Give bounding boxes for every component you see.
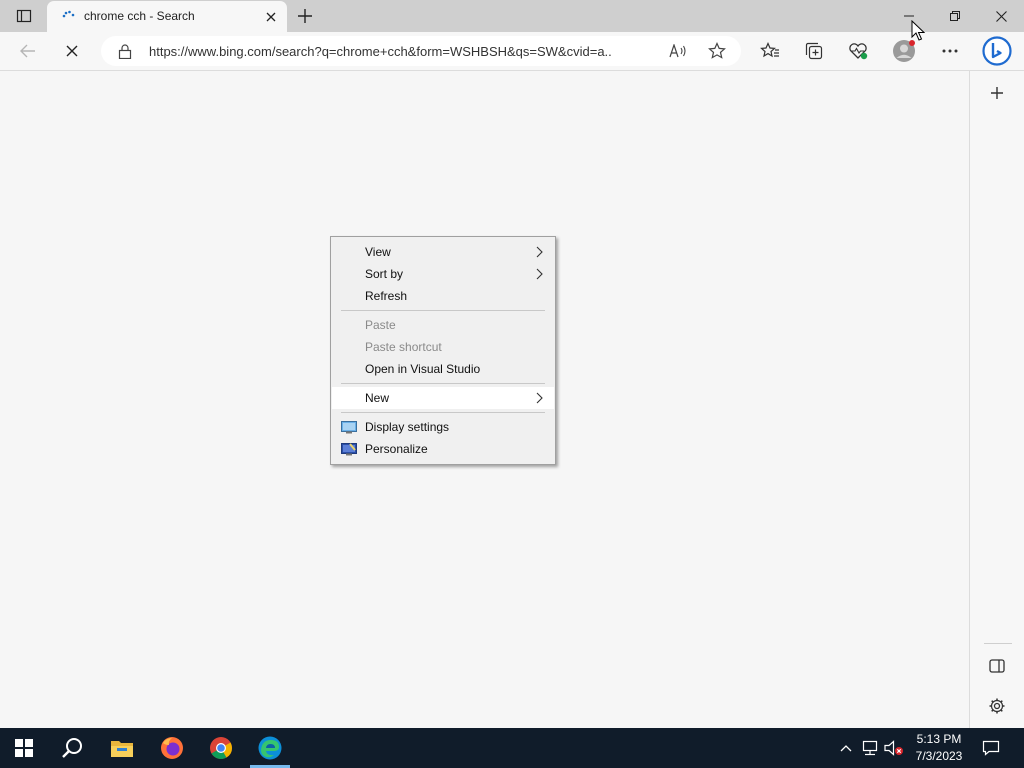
address-url[interactable]: https://www.bing.com/search?q=chrome+cch…: [149, 44, 611, 59]
bing-copilot-button[interactable]: [980, 34, 1014, 68]
taskbar-file-explorer[interactable]: [98, 728, 146, 768]
menu-item-open-in-visual-studio[interactable]: Open in Visual Studio: [332, 358, 554, 380]
tab-title: chrome cch - Search: [84, 9, 195, 23]
sidebar-divider: [984, 643, 1012, 644]
address-bar[interactable]: https://www.bing.com/search?q=chrome+cch…: [101, 36, 741, 66]
menu-item-label: Sort by: [365, 267, 404, 281]
browser-essentials-button[interactable]: [843, 36, 873, 66]
browser-title-bar: chrome cch - Search: [0, 0, 1024, 32]
gear-icon: [989, 698, 1005, 714]
sidebar-panel-icon: [989, 659, 1005, 673]
menu-item-label: Display settings: [365, 420, 450, 434]
close-icon: [995, 10, 1007, 22]
sidebar-add-button[interactable]: [983, 79, 1011, 107]
menu-item-new[interactable]: New: [332, 387, 554, 409]
edge-icon: [258, 736, 282, 760]
plus-icon: [298, 9, 312, 23]
avatar-icon: [893, 40, 915, 62]
close-icon: [66, 45, 78, 57]
menu-item-paste[interactable]: Paste: [332, 314, 554, 336]
menu-item-label: Open in Visual Studio: [365, 362, 481, 376]
volume-button[interactable]: [884, 738, 904, 758]
close-icon: [266, 12, 276, 22]
loading-spinner-icon: [62, 10, 75, 18]
restore-button[interactable]: [932, 0, 978, 32]
tab-close-button[interactable]: [261, 7, 281, 27]
menu-item-label: Personalize: [365, 442, 428, 456]
search-icon: [62, 738, 82, 758]
network-icon: [862, 740, 878, 756]
display-icon: [341, 421, 357, 434]
menu-separator: [341, 412, 545, 413]
menu-item-refresh[interactable]: Refresh: [332, 285, 554, 307]
menu-item-personalize[interactable]: Personalize: [332, 438, 554, 460]
close-window-button[interactable]: [978, 0, 1024, 32]
collections-icon: [805, 42, 823, 60]
chrome-icon: [210, 737, 232, 759]
add-favorite-button[interactable]: [702, 36, 732, 66]
read-aloud-button[interactable]: [663, 36, 693, 66]
tab-actions-button[interactable]: [8, 0, 40, 32]
read-aloud-icon: [669, 44, 686, 58]
bing-icon: [982, 36, 1012, 66]
menu-item-label: Paste shortcut: [365, 340, 442, 354]
mouse-cursor-icon: [911, 20, 925, 41]
favorites-icon: [760, 42, 779, 58]
star-icon: [708, 42, 726, 59]
back-button[interactable]: [13, 36, 43, 66]
menu-separator: [341, 383, 545, 384]
taskbar-firefox[interactable]: [148, 728, 196, 768]
favorites-button[interactable]: [755, 36, 785, 66]
taskbar-clock[interactable]: 5:13 PM 7/3/2023: [906, 728, 972, 768]
menu-item-display-settings[interactable]: Display settings: [332, 416, 554, 438]
plus-icon: [991, 87, 1003, 99]
minimize-button[interactable]: [886, 0, 932, 32]
taskbar-edge[interactable]: [246, 728, 294, 768]
menu-item-label: Refresh: [365, 289, 408, 303]
tab-actions-icon: [16, 9, 32, 23]
menu-separator: [341, 310, 545, 311]
notification-icon: [982, 740, 1000, 756]
volume-muted-icon: [884, 740, 903, 756]
edge-sidebar: [969, 71, 1024, 728]
back-arrow-icon: [20, 44, 35, 58]
desktop-context-menu: View Sort by Refresh Paste Paste shortcu…: [330, 236, 556, 465]
file-explorer-icon: [111, 741, 133, 757]
chevron-right-icon: [536, 246, 543, 258]
show-hidden-icons-button[interactable]: [836, 738, 856, 758]
heart-pulse-icon: [849, 43, 868, 60]
stop-loading-button[interactable]: [57, 36, 87, 66]
windows-start-icon: [15, 739, 33, 757]
chevron-right-icon: [536, 268, 543, 280]
menu-item-view[interactable]: View: [332, 241, 554, 263]
taskbar-chrome[interactable]: [197, 728, 245, 768]
menu-item-label: View: [365, 245, 391, 259]
browser-toolbar: https://www.bing.com/search?q=chrome+cch…: [0, 32, 1024, 71]
more-horizontal-icon: [942, 49, 958, 53]
action-center-button[interactable]: [981, 738, 1001, 758]
active-tab[interactable]: chrome cch - Search: [47, 1, 287, 32]
menu-item-sort-by[interactable]: Sort by: [332, 263, 554, 285]
windows-taskbar: 5:13 PM 7/3/2023: [0, 728, 1024, 768]
network-button[interactable]: [860, 738, 880, 758]
menu-item-paste-shortcut[interactable]: Paste shortcut: [332, 336, 554, 358]
new-tab-button[interactable]: [290, 0, 320, 32]
clock-date: 7/3/2023: [915, 749, 963, 763]
personalize-icon: [341, 443, 357, 456]
hide-sidebar-button[interactable]: [983, 652, 1011, 680]
chevron-up-icon: [840, 745, 852, 752]
clock-time: 5:13 PM: [916, 732, 962, 746]
sidebar-settings-button[interactable]: [983, 692, 1011, 720]
lock-icon: [118, 44, 132, 59]
start-button[interactable]: [0, 728, 48, 768]
firefox-icon: [161, 737, 183, 759]
collections-button[interactable]: [799, 36, 829, 66]
taskbar-search-button[interactable]: [48, 728, 96, 768]
settings-more-button[interactable]: [935, 36, 965, 66]
menu-item-label: New: [365, 391, 390, 405]
restore-icon: [950, 11, 960, 21]
chevron-right-icon: [536, 392, 543, 404]
menu-item-label: Paste: [365, 318, 396, 332]
